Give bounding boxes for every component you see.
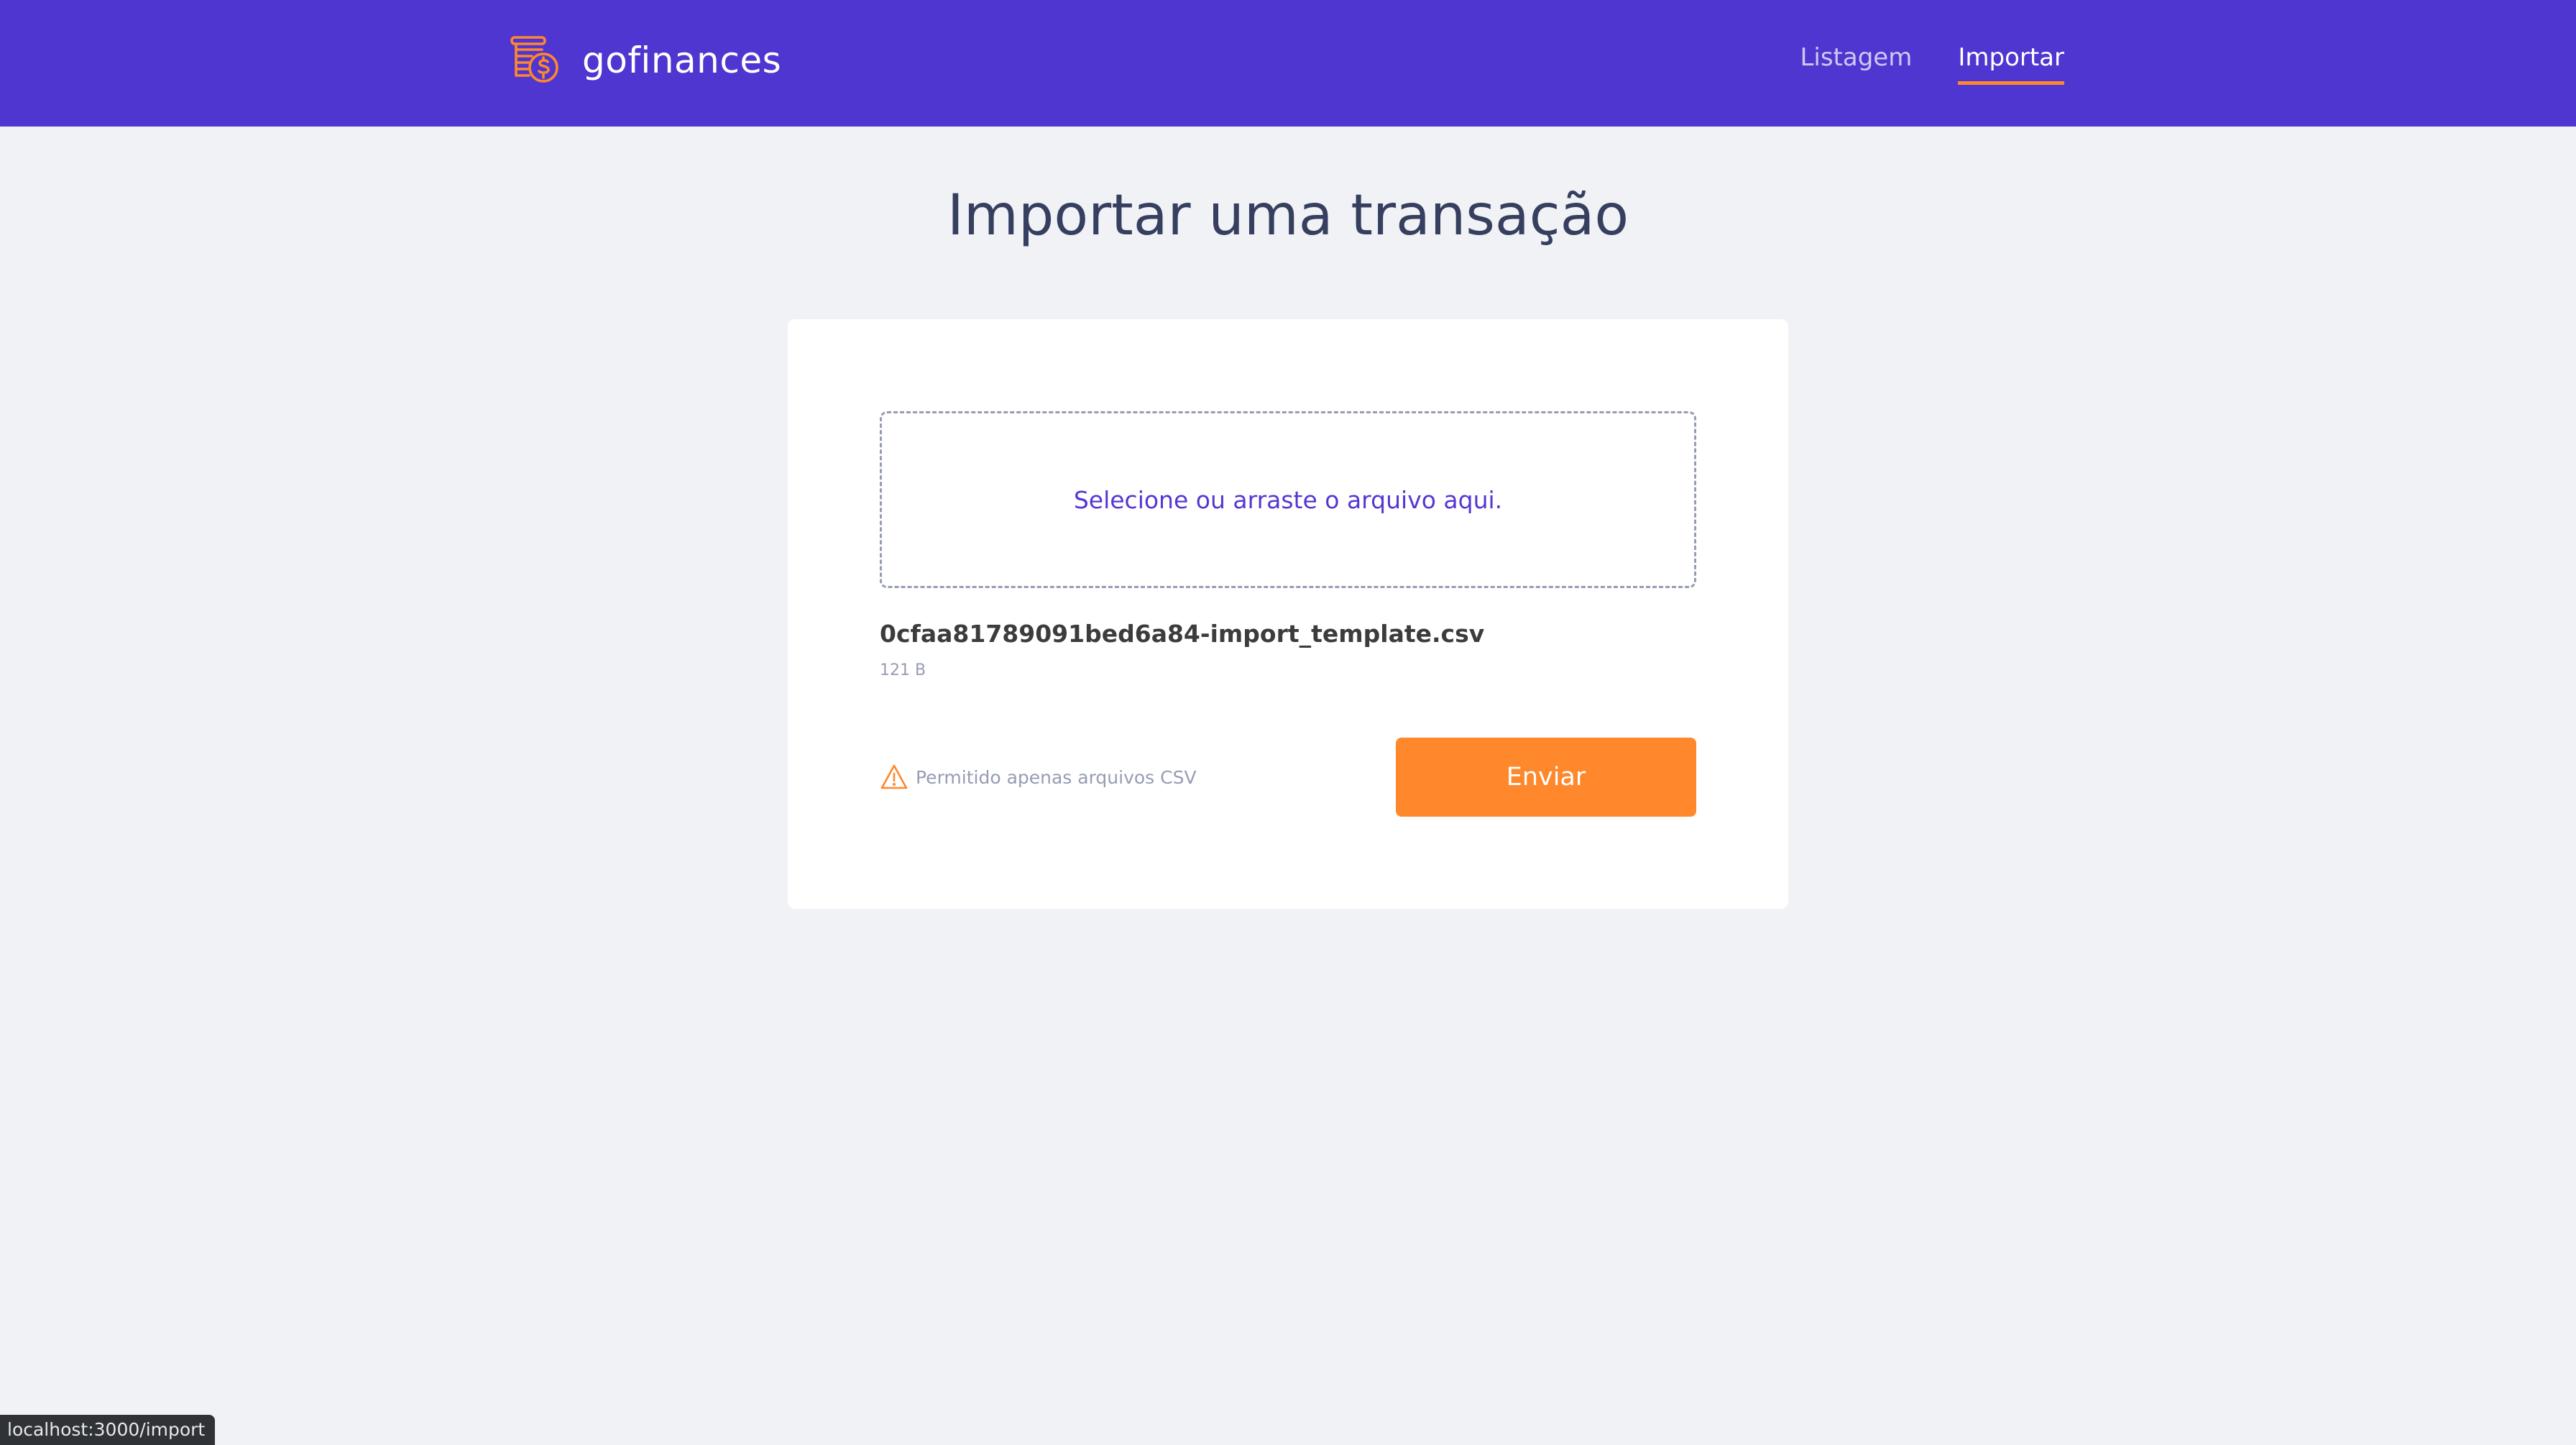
top-header: gofinances Listagem Importar	[0, 0, 2576, 127]
warning-icon	[880, 764, 908, 789]
nav-item-listagem[interactable]: Listagem	[1800, 43, 1912, 81]
link-status-bar: localhost:3000/import	[0, 1415, 216, 1445]
selected-file-name: 0cfaa81789091bed6a84-import_template.csv	[880, 620, 1485, 648]
hint-text: Permitido apenas arquivos CSV	[916, 766, 1197, 788]
import-card: Selecione ou arraste o arquivo aqui. 0cf…	[788, 319, 1788, 909]
coins-dollar-icon	[510, 36, 558, 83]
app-name: gofinances	[582, 40, 782, 81]
submit-button[interactable]: Enviar	[1396, 738, 1696, 817]
csv-hint: Permitido apenas arquivos CSV	[880, 763, 1197, 791]
selected-file-size: 121 B	[880, 661, 926, 679]
nav-item-importar[interactable]: Importar	[1958, 43, 2064, 85]
dropzone-label: Selecione ou arraste o arquivo aqui.	[1073, 485, 1503, 514]
app-logo[interactable]: gofinances	[509, 33, 781, 88]
file-dropzone[interactable]: Selecione ou arraste o arquivo aqui.	[880, 411, 1696, 588]
page-title: Importar uma transação	[947, 183, 1629, 248]
import-footer: Permitido apenas arquivos CSV Enviar	[880, 738, 1696, 817]
main-nav: Listagem Importar	[1800, 43, 2064, 85]
